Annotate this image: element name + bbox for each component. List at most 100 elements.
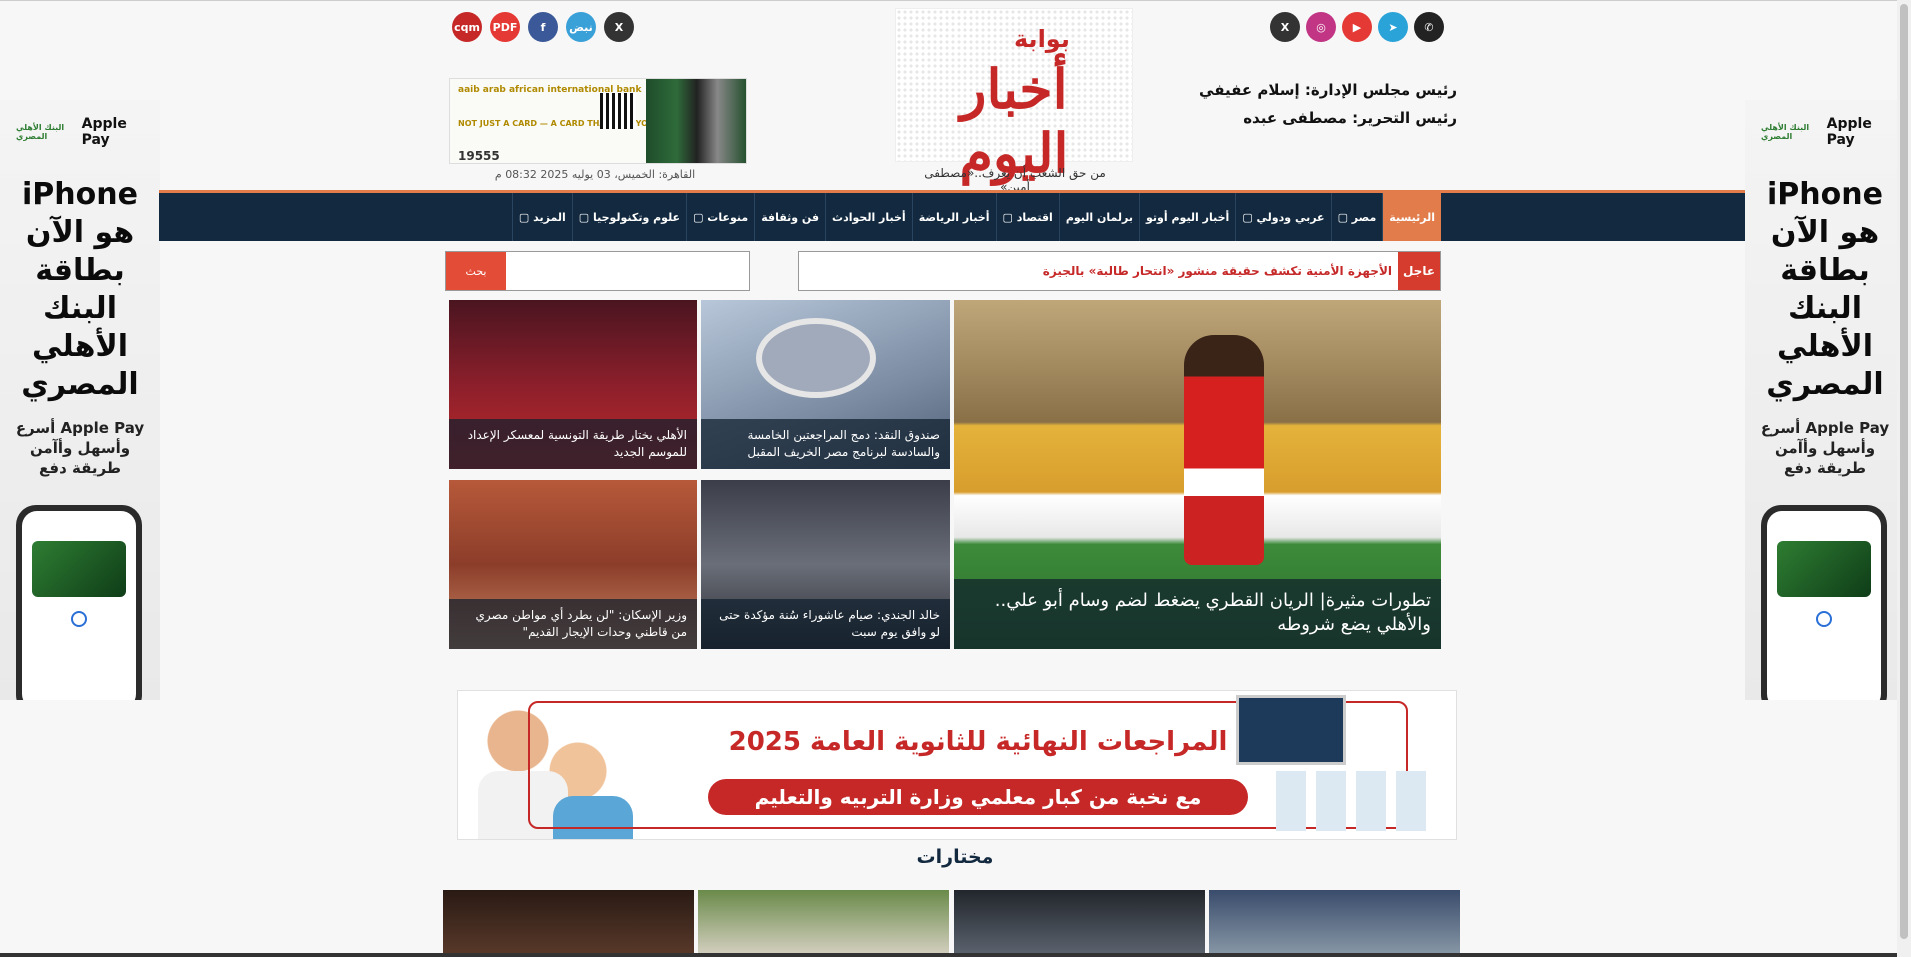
picks-thumb[interactable] [954, 890, 1205, 957]
featured-headline[interactable]: تطورات مثيرة| الريان القطري يضغط لضم وسا… [954, 579, 1441, 649]
qr-code [600, 93, 636, 129]
headline-line: هو الآن [1770, 215, 1880, 250]
headline-line: iPhone [22, 177, 138, 212]
exam-banner-ad[interactable]: المراجعات النهائية للثانوية العامة 2025 … [457, 690, 1457, 840]
sub-line: وأسهل وأآمن [29, 439, 131, 457]
bank-logo: البنك الأهلي المصري [16, 123, 65, 141]
bottom-edge [0, 953, 1911, 957]
nav-item[interactable]: الرئيسية [1382, 193, 1441, 241]
scrollbar-thumb[interactable] [1900, 4, 1908, 939]
search-button[interactable]: بحث [446, 252, 506, 290]
classroom-board [1236, 695, 1346, 765]
picks-thumb[interactable] [443, 890, 694, 957]
main-nav: الرئيسية مصر ▢ عربي ودولي ▢ أخبار اليوم أوت… [159, 193, 1745, 241]
cqm-icon[interactable]: cqm [452, 12, 482, 42]
story-headline[interactable]: وزير الإسكان: "لن يطرد أي مواطن مصري من … [449, 599, 697, 649]
side-ad-header: البنك الأهلي المصري Apple Pay [16, 116, 144, 148]
nav-item[interactable]: عربي ودولي ▢ [1235, 193, 1330, 241]
imf-seal [756, 318, 876, 398]
banner-headline: المراجعات النهائية للثانوية العامة 2025 [728, 727, 1228, 757]
nav-list: الرئيسية مصر ▢ عربي ودولي ▢ أخبار اليوم أوت… [511, 193, 1441, 241]
breaking-news-bar[interactable]: عاجل الأجهزة الأمنية تكشف حقيقة منشور «ا… [798, 251, 1441, 291]
side-ad-subtext: Apple Pay أسرع وأسهل وأآمن طريقة دفع [1745, 418, 1905, 478]
classroom-desks [1276, 771, 1426, 831]
headline-line: بطاقة [1780, 253, 1870, 288]
headline-line: المصري [21, 367, 139, 402]
story-card[interactable]: خالد الجندي: صيام عاشوراء سُنة مؤكدة حتى… [701, 480, 950, 649]
story-headline[interactable]: الأهلي يختار طريقة التونسية لمعسكر الإعد… [449, 419, 697, 469]
telegram-icon[interactable]: ➤ [1378, 12, 1408, 42]
sub-line: طريقة دفع [39, 459, 121, 477]
nav-item[interactable]: اقتصاد ▢ [995, 193, 1059, 241]
story-card[interactable]: الأهلي يختار طريقة التونسية لمعسكر الإعد… [449, 300, 697, 469]
logo-small-text: بوابة [1014, 25, 1070, 53]
x-icon[interactable]: X [1270, 12, 1300, 42]
picks-thumb[interactable] [698, 890, 949, 957]
side-ad-right[interactable]: البنك الأهلي المصري Apple Pay iPhone هو … [1745, 100, 1905, 700]
sub-line: Apple Pay أسرع [15, 419, 145, 437]
chairman-credit: رئيس مجلس الإدارة: إسلام عفيفي [1199, 81, 1457, 99]
nav-item[interactable]: برلمان اليوم [1058, 193, 1139, 241]
story-card[interactable]: صندوق النقد: دمج المراجعتين الخامسة والس… [701, 300, 950, 469]
top-border [0, 0, 1911, 1]
ad-phone: 19555 [458, 149, 500, 163]
cards-image [646, 79, 746, 163]
apple-pay-logo: Apple Pay [81, 116, 127, 148]
site-logo[interactable]: بوابة أخبار اليوم [895, 8, 1133, 185]
headline-line: المصري [1766, 367, 1884, 402]
headline-line: الأهلي [1776, 329, 1874, 364]
check-icon [71, 611, 87, 627]
player-figure [1184, 335, 1264, 565]
nav-item[interactable]: أخبار اليوم أوتو [1139, 193, 1235, 241]
headline-line: البنك [1788, 291, 1862, 326]
featured-story[interactable]: تطورات مثيرة| الريان القطري يضغط لضم وسا… [954, 300, 1441, 649]
nav-item[interactable]: أخبار الحوادث [825, 193, 912, 241]
story-headline[interactable]: خالد الجندي: صيام عاشوراء سُنة مؤكدة حتى… [701, 599, 950, 649]
nav-item[interactable]: أخبار الرياضة [911, 193, 996, 241]
phone-illustration [16, 505, 142, 700]
nav-item[interactable]: فن وثقافة [754, 193, 825, 241]
facebook-icon[interactable]: f [528, 12, 558, 42]
side-ad-header: البنك الأهلي المصري Apple Pay [1761, 116, 1889, 148]
header-ad[interactable]: aaib arab african international bank NOT… [449, 78, 747, 164]
social-links-left: cqm PDF f نبض X [452, 12, 634, 42]
editor-credit: رئيس التحرير: مصطفى عبده [1243, 109, 1457, 127]
headline-line: بطاقة [35, 253, 125, 288]
side-ad-headline: iPhone هو الآن بطاقة البنك الأهلي المصري [1745, 176, 1905, 404]
headline-line: iPhone [1767, 177, 1883, 212]
headline-line: الأهلي [31, 329, 129, 364]
card-graphic [32, 541, 126, 597]
check-icon [1816, 611, 1832, 627]
youtube-icon[interactable]: ▶ [1342, 12, 1372, 42]
apple-pay-logo: Apple Pay [1826, 116, 1872, 148]
breaking-headline[interactable]: الأجهزة الأمنية تكشف حقيقة منشور «انتحار… [1043, 264, 1392, 278]
pdf-icon[interactable]: PDF [490, 12, 520, 42]
headline-line: هو الآن [25, 215, 135, 250]
nav-item[interactable]: علوم وتكنولوجيا ▢ [571, 193, 686, 241]
banner-subline: مع نخبة من كبار معلمي وزارة التربيه والت… [708, 779, 1248, 815]
page-scrollbar[interactable] [1897, 0, 1911, 957]
current-date: القاهرة: الخميس، 03 يوليه 2025 08:32 م [494, 168, 696, 181]
sub-line: طريقة دفع [1784, 459, 1866, 477]
breaking-label: عاجل [1398, 252, 1440, 290]
x-icon[interactable]: X [604, 12, 634, 42]
phone-illustration [1761, 505, 1887, 700]
side-ad-left[interactable]: البنك الأهلي المصري Apple Pay iPhone هو … [0, 100, 160, 700]
nabd-icon[interactable]: نبض [566, 12, 596, 42]
nav-item[interactable]: مصر ▢ [1330, 193, 1383, 241]
bank-logo: البنك الأهلي المصري [1761, 123, 1810, 141]
masthead-credits: رئيس مجلس الإدارة: إسلام عفيفي رئيس التح… [1180, 76, 1457, 132]
headline-line: البنك [43, 291, 117, 326]
picks-thumb[interactable] [1209, 890, 1460, 957]
search-box[interactable]: بحث [445, 251, 750, 291]
story-headline[interactable]: صندوق النقد: دمج المراجعتين الخامسة والس… [701, 419, 950, 469]
story-card[interactable]: وزير الإسكان: "لن يطرد أي مواطن مصري من … [449, 480, 697, 649]
nav-item[interactable]: المزيد ▢ [511, 193, 572, 241]
instagram-icon[interactable]: ◎ [1306, 12, 1336, 42]
section-title: مختارات [916, 846, 994, 868]
nav-item[interactable]: منوعات ▢ [686, 193, 754, 241]
side-ad-headline: iPhone هو الآن بطاقة البنك الأهلي المصري [0, 176, 160, 404]
page: البنك الأهلي المصري Apple Pay iPhone هو … [0, 0, 1911, 957]
card-graphic [1777, 541, 1871, 597]
whatsapp-icon[interactable]: ✆ [1414, 12, 1444, 42]
